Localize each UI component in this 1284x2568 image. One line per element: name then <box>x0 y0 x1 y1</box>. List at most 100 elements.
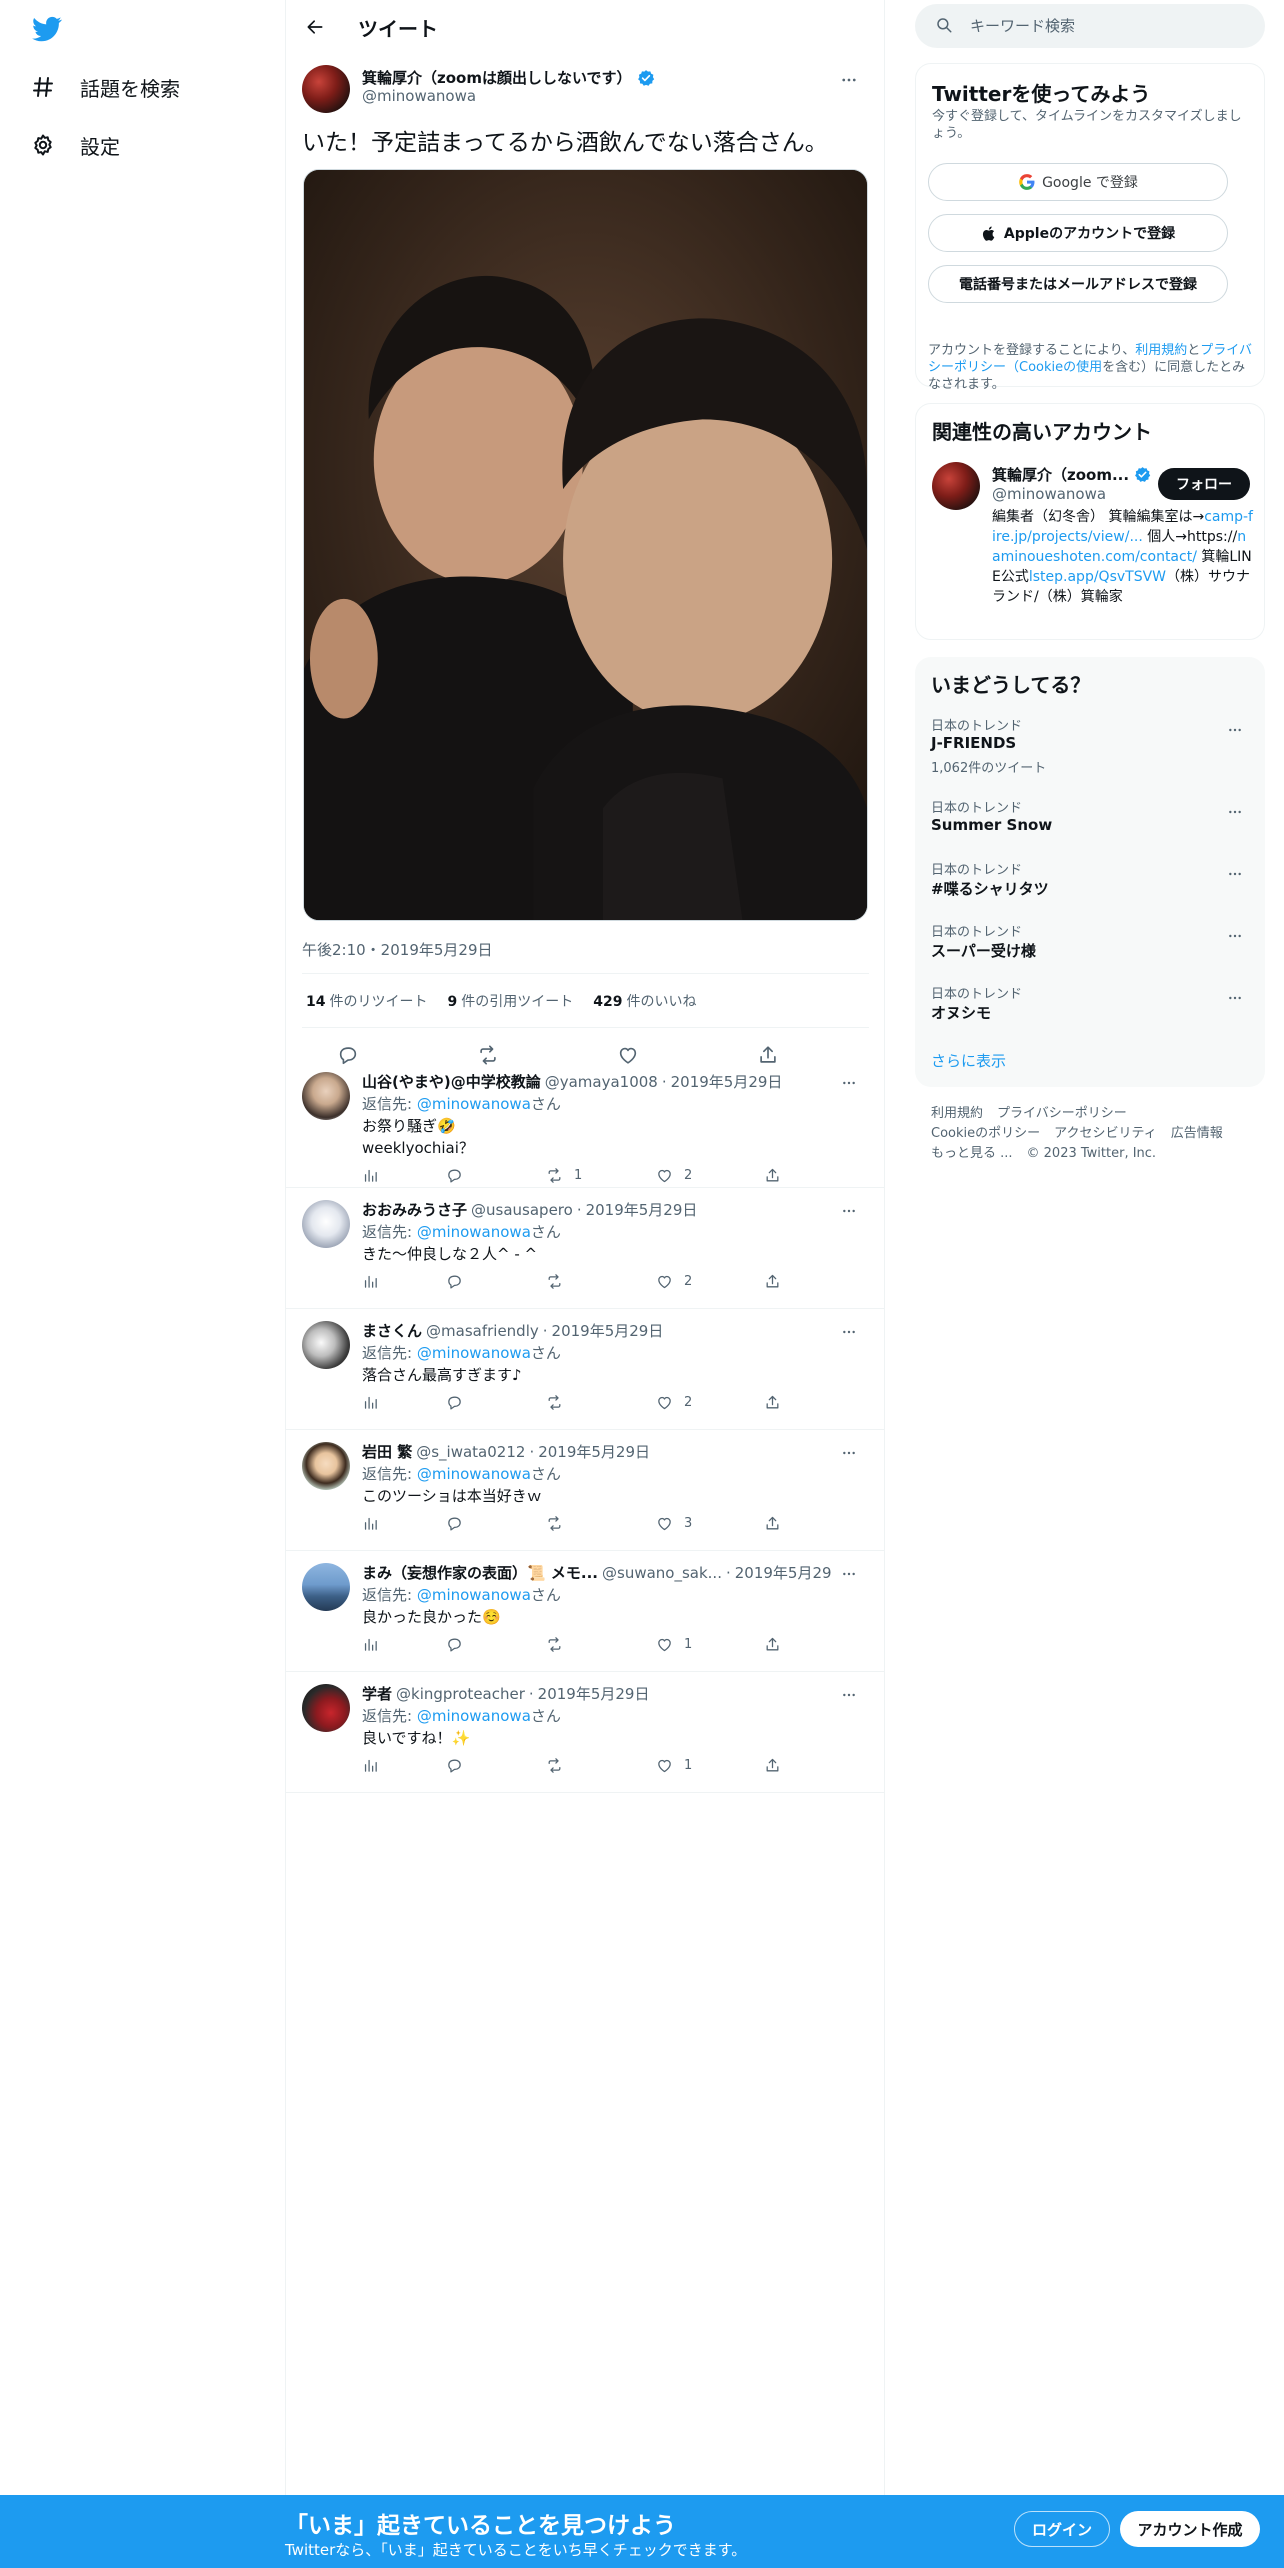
mention-link[interactable]: @minowanowa <box>417 1586 531 1604</box>
avatar[interactable] <box>302 1684 350 1732</box>
trend-item[interactable]: 日本のトレンド Summer Snow <box>915 797 1265 841</box>
more-options-icon[interactable] <box>834 1196 864 1226</box>
views-action[interactable] <box>360 1264 380 1298</box>
apple-signup-button[interactable]: Appleのアカウントで登録 <box>928 214 1228 252</box>
reply-action[interactable] <box>444 1158 464 1192</box>
cookie-link[interactable]: （Cookieの使用 <box>1006 360 1102 375</box>
avatar[interactable] <box>302 1321 350 1369</box>
reply-action[interactable] <box>444 1264 464 1298</box>
reply-date[interactable]: 2019年5月29日 <box>538 1683 650 1704</box>
nav-item-explore[interactable]: 話題を検索 <box>30 63 180 111</box>
more-options-icon[interactable] <box>834 65 864 95</box>
avatar[interactable] <box>932 462 980 510</box>
reply-action[interactable] <box>444 1748 464 1782</box>
reply-author-name[interactable]: 岩田 繁 <box>362 1441 412 1462</box>
search-box[interactable] <box>915 4 1265 48</box>
tweet-timestamp[interactable]: 午後2:10・2019年5月29日 <box>302 939 493 960</box>
share-action[interactable] <box>762 1506 782 1540</box>
like-action[interactable]: 2 <box>654 1385 692 1419</box>
share-action[interactable] <box>762 1385 782 1419</box>
bio-link[interactable]: lstep.app/QsvTSVW <box>1029 569 1166 585</box>
footer-link[interactable]: もっと見る ... <box>931 1146 1013 1161</box>
reply-author-name[interactable]: 学者 <box>362 1683 392 1704</box>
mention-link[interactable]: @minowanowa <box>417 1223 531 1241</box>
retweet-action[interactable]: 1 <box>544 1158 582 1192</box>
mention-link[interactable]: @minowanowa <box>417 1465 531 1483</box>
more-options-icon[interactable] <box>834 1317 864 1347</box>
views-action[interactable] <box>360 1748 380 1782</box>
reply-action[interactable] <box>444 1506 464 1540</box>
views-action[interactable] <box>360 1506 380 1540</box>
avatar[interactable] <box>302 65 350 113</box>
nav-item-settings[interactable]: 設定 <box>30 121 120 169</box>
signup-button[interactable]: アカウント作成 <box>1120 2511 1260 2547</box>
reply-author-name[interactable]: まさくん <box>362 1320 422 1341</box>
reply-author-handle[interactable]: @usausapero <box>471 1201 573 1219</box>
reply-author-name[interactable]: まみ（妄想作家の表面）📜 メモ... <box>362 1562 598 1583</box>
reply-date[interactable]: 2019年5月29日 <box>586 1199 698 1220</box>
reply-date[interactable]: 2019年5月29日 <box>735 1562 832 1583</box>
more-options-icon[interactable] <box>1220 859 1250 889</box>
avatar[interactable] <box>302 1200 350 1248</box>
reply-action[interactable] <box>444 1385 464 1419</box>
reply-tweet[interactable]: まみ（妄想作家の表面）📜 メモ... @suwano_sak... · 2019… <box>286 1551 885 1672</box>
more-options-icon[interactable] <box>834 1438 864 1468</box>
avatar[interactable] <box>302 1442 350 1490</box>
share-action[interactable] <box>762 1627 782 1661</box>
mention-link[interactable]: @minowanowa <box>417 1095 531 1113</box>
more-options-icon[interactable] <box>834 1680 864 1710</box>
like-action[interactable]: 3 <box>654 1506 692 1540</box>
reply-tweet[interactable]: 山谷(やまや)@中学校教論 @yamaya1008 · 2019年5月29日 返… <box>286 1060 885 1188</box>
retweets-stat[interactable]: 14 件のリツイート <box>306 991 427 1011</box>
reply-author-name[interactable]: おおみみうさ子 <box>362 1199 467 1220</box>
tweet-photo[interactable] <box>303 169 868 921</box>
views-action[interactable] <box>360 1385 380 1419</box>
login-button[interactable]: ログイン <box>1014 2511 1110 2547</box>
reply-date[interactable]: 2019年5月29日 <box>671 1071 783 1092</box>
like-action[interactable]: 2 <box>654 1158 692 1192</box>
avatar[interactable] <box>302 1563 350 1611</box>
share-action[interactable] <box>762 1158 782 1192</box>
reply-tweet[interactable]: 学者 @kingproteacher · 2019年5月29日 返信先: @mi… <box>286 1672 885 1793</box>
footer-link[interactable]: Cookieのポリシー <box>931 1126 1040 1141</box>
likes-stat[interactable]: 429 件のいいね <box>593 991 696 1011</box>
twitter-bird-icon[interactable] <box>30 14 66 44</box>
retweet-action[interactable] <box>544 1264 574 1298</box>
retweet-action[interactable] <box>544 1385 574 1419</box>
views-action[interactable] <box>360 1158 380 1192</box>
related-account-handle[interactable]: @minowanowa <box>992 485 1106 503</box>
related-account-name[interactable]: 箕輪厚介（zoom... <box>992 464 1151 485</box>
retweet-action[interactable] <box>544 1627 574 1661</box>
retweet-action[interactable] <box>544 1506 574 1540</box>
phone-email-signup-button[interactable]: 電話番号またはメールアドレスで登録 <box>928 265 1228 303</box>
footer-link[interactable]: アクセシビリティ <box>1054 1126 1157 1141</box>
show-more-link[interactable]: さらに表示 <box>931 1050 1006 1071</box>
reply-action[interactable] <box>444 1627 464 1661</box>
retweet-action[interactable] <box>544 1748 574 1782</box>
trend-item[interactable]: 日本のトレンド オヌシモ <box>915 983 1265 1027</box>
like-action[interactable]: 2 <box>654 1264 692 1298</box>
reply-author-handle[interactable]: @yamaya1008 <box>545 1073 658 1091</box>
reply-author-handle[interactable]: @kingproteacher <box>396 1685 525 1703</box>
back-arrow-icon[interactable] <box>300 12 330 42</box>
reply-author-name[interactable]: 山谷(やまや)@中学校教論 <box>362 1071 541 1092</box>
trend-item[interactable]: 日本のトレンド J-FRIENDS 1,062件のツイート <box>915 715 1265 777</box>
share-action[interactable] <box>762 1748 782 1782</box>
more-options-icon[interactable] <box>834 1559 864 1589</box>
google-signup-button[interactable]: Google で登録 <box>928 163 1228 201</box>
reply-tweet[interactable]: 岩田 繁 @s_iwata0212 · 2019年5月29日 返信先: @min… <box>286 1430 885 1551</box>
reply-date[interactable]: 2019年5月29日 <box>538 1441 650 1462</box>
like-action[interactable]: 1 <box>654 1748 692 1782</box>
footer-link[interactable]: 広告情報 <box>1171 1126 1223 1141</box>
footer-link[interactable]: プライバシーポリシー <box>997 1106 1127 1121</box>
trend-item[interactable]: 日本のトレンド スーパー受け様 <box>915 921 1265 965</box>
views-action[interactable] <box>360 1627 380 1661</box>
mention-link[interactable]: @minowanowa <box>417 1707 531 1725</box>
reply-author-handle[interactable]: @s_iwata0212 <box>416 1443 525 1461</box>
search-input[interactable] <box>970 4 1250 48</box>
author-handle[interactable]: @minowanowa <box>362 87 476 105</box>
terms-link[interactable]: 利用規約 <box>1135 343 1187 358</box>
like-action[interactable]: 1 <box>654 1627 692 1661</box>
quotes-stat[interactable]: 9 件の引用ツイート <box>447 991 573 1011</box>
follow-button[interactable]: フォロー <box>1158 468 1250 500</box>
